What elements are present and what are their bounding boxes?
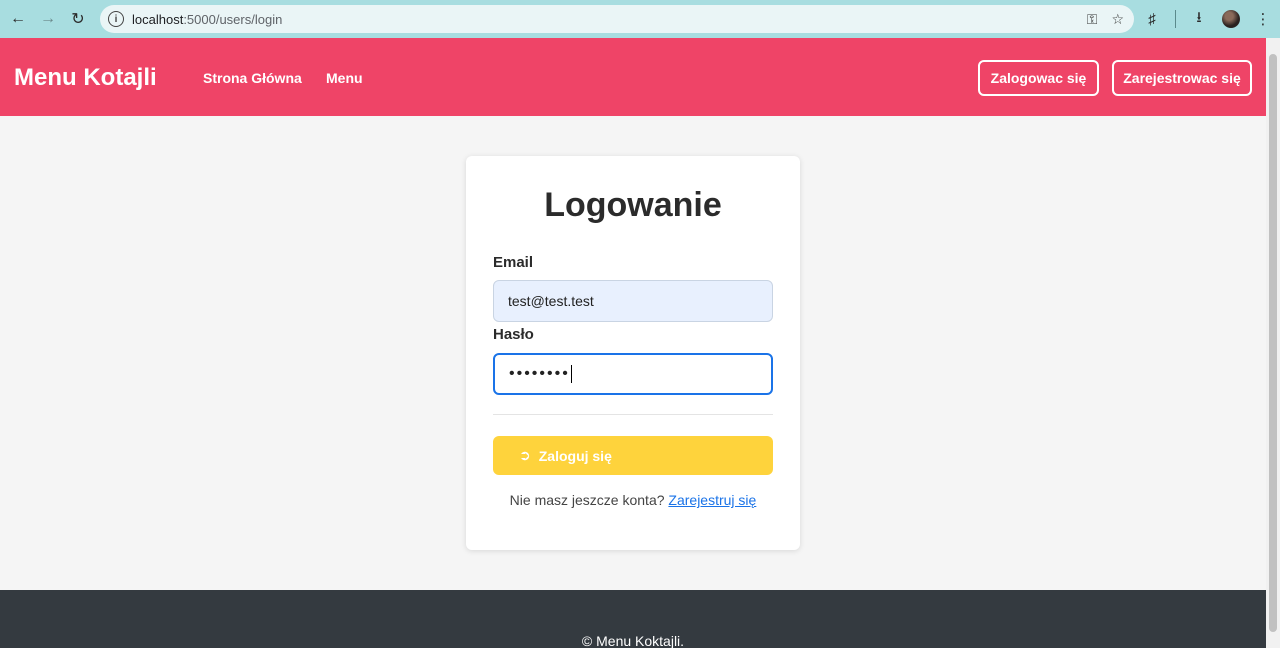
login-button[interactable]: Zalogowac się — [978, 60, 1099, 96]
forward-icon[interactable]: → — [33, 4, 63, 34]
footer-copyright: © Menu Koktajli. — [581, 633, 685, 648]
page-title: Logowanie — [544, 186, 722, 224]
bookmark-star-icon[interactable]: ☆ — [1111, 11, 1124, 28]
back-icon[interactable]: ← — [3, 4, 33, 34]
submit-label: Zaloguj się — [538, 447, 612, 464]
password-field[interactable]: •••••••• — [493, 353, 773, 395]
password-label: Hasło — [493, 326, 534, 343]
email-label: Email — [493, 254, 534, 271]
site-info-icon[interactable]: i — [108, 11, 124, 27]
signup-prompt: Nie masz jeszcze konta? Zarejestruj się — [509, 492, 757, 508]
sign-in-icon: ➲ — [519, 447, 531, 463]
scrollbar-thumb[interactable] — [1269, 54, 1277, 632]
divider — [493, 414, 773, 415]
page-scrollbar[interactable] — [1266, 38, 1280, 648]
text-caret — [570, 365, 572, 383]
brand-logo[interactable]: Menu Kotajli — [14, 64, 157, 92]
nav-link-home[interactable]: Strona Główna — [203, 70, 302, 86]
profile-avatar[interactable] — [1222, 10, 1240, 28]
signup-link[interactable]: Zarejestruj się — [668, 492, 756, 508]
url-text: localhost:5000/users/login — [132, 11, 283, 27]
site-footer: © Menu Koktajli. — [0, 590, 1266, 648]
download-icon[interactable]: ⭳ — [1188, 8, 1210, 30]
extensions-icon[interactable]: ♯ — [1141, 8, 1163, 30]
site-header: Menu Kotajli Strona Główna Menu Zalogowa… — [0, 38, 1266, 116]
more-menu-icon[interactable]: ⋮ — [1252, 8, 1274, 30]
reload-icon[interactable]: ↻ — [63, 4, 93, 34]
login-card: Logowanie Email test@test.test Hasło •••… — [466, 156, 800, 550]
email-field[interactable]: test@test.test — [493, 280, 773, 322]
address-bar[interactable]: i localhost:5000/users/login ⚿ ☆ — [100, 5, 1134, 33]
browser-toolbar: ← → ↻ i localhost:5000/users/login ⚿ ☆ ♯… — [0, 0, 1280, 38]
key-icon[interactable]: ⚿ — [1087, 11, 1098, 28]
toolbar-separator — [1175, 10, 1176, 28]
register-button[interactable]: Zarejestrowac się — [1112, 60, 1252, 96]
nav-link-menu[interactable]: Menu — [326, 70, 363, 86]
submit-login-button[interactable]: ➲ Zaloguj się — [493, 436, 773, 475]
